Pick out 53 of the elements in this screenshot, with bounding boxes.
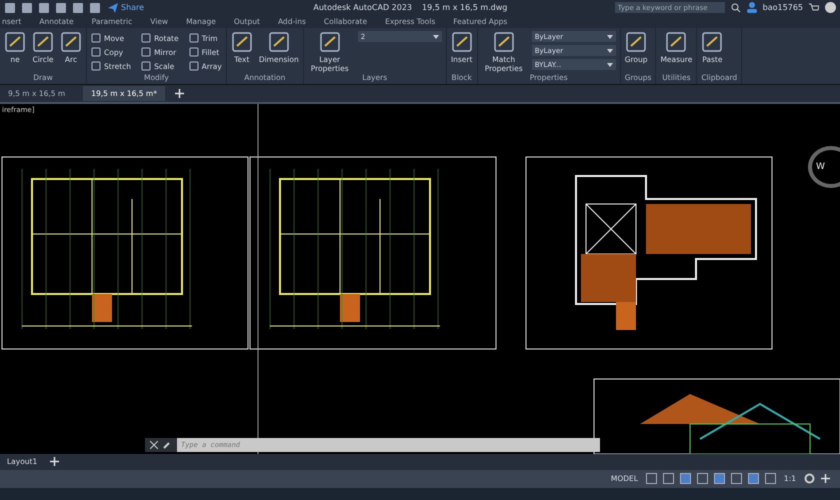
plus-icon [174, 88, 184, 98]
toolbar-icon [55, 2, 67, 14]
status-icon [646, 473, 657, 484]
tool-icon [450, 31, 473, 54]
tool-icon [141, 33, 152, 44]
status-icon [764, 473, 776, 484]
toolbar-icon [21, 2, 33, 14]
status-icon [680, 473, 691, 484]
tool-icon [230, 31, 253, 54]
gear-icon [804, 473, 815, 484]
file-name: 19,5 m x 16,5 m.dwg [422, 3, 508, 12]
tool-icon [32, 31, 54, 54]
status-icon [730, 473, 742, 484]
caret-icon [606, 34, 613, 39]
tool-icon [188, 47, 199, 58]
toolbar-icon [72, 2, 84, 14]
tool-icon [91, 47, 101, 58]
cart-icon [809, 2, 819, 13]
plus-icon [821, 474, 830, 484]
tool-icon [625, 31, 648, 54]
tool-icon [141, 47, 152, 58]
tool-icon [492, 31, 515, 54]
caret-icon [606, 62, 613, 67]
search-icon [730, 2, 741, 13]
toolbar-icon [4, 2, 16, 14]
plus-icon [50, 457, 60, 466]
share-button[interactable]: Share [106, 2, 146, 13]
plane-icon [108, 2, 118, 13]
caret-icon [432, 34, 439, 39]
close-icon [150, 440, 158, 449]
status-icon [714, 473, 725, 484]
tool-icon [4, 31, 26, 54]
person-icon [746, 2, 757, 14]
tool-icon [141, 61, 152, 72]
tool-icon [318, 31, 341, 54]
tool-icon [188, 33, 199, 44]
window-title: Autodesk AutoCAD 2023 [313, 3, 412, 12]
tool-icon [91, 33, 101, 44]
tool-icon [91, 61, 101, 72]
status-icon [748, 473, 759, 484]
toolbar-icon [89, 2, 101, 14]
tool-icon [665, 31, 688, 54]
status-icon [696, 473, 708, 484]
toolbar-icon [38, 2, 50, 14]
user-name[interactable]: bao15765 [762, 3, 803, 12]
tool-icon [60, 31, 82, 54]
viewcube-compass[interactable]: W [808, 146, 840, 188]
tool-icon [701, 31, 724, 54]
tool-icon [188, 61, 199, 72]
status-icon [662, 473, 674, 484]
wrench-icon [163, 440, 172, 450]
caret-icon [606, 48, 613, 53]
tool-icon [268, 31, 290, 54]
